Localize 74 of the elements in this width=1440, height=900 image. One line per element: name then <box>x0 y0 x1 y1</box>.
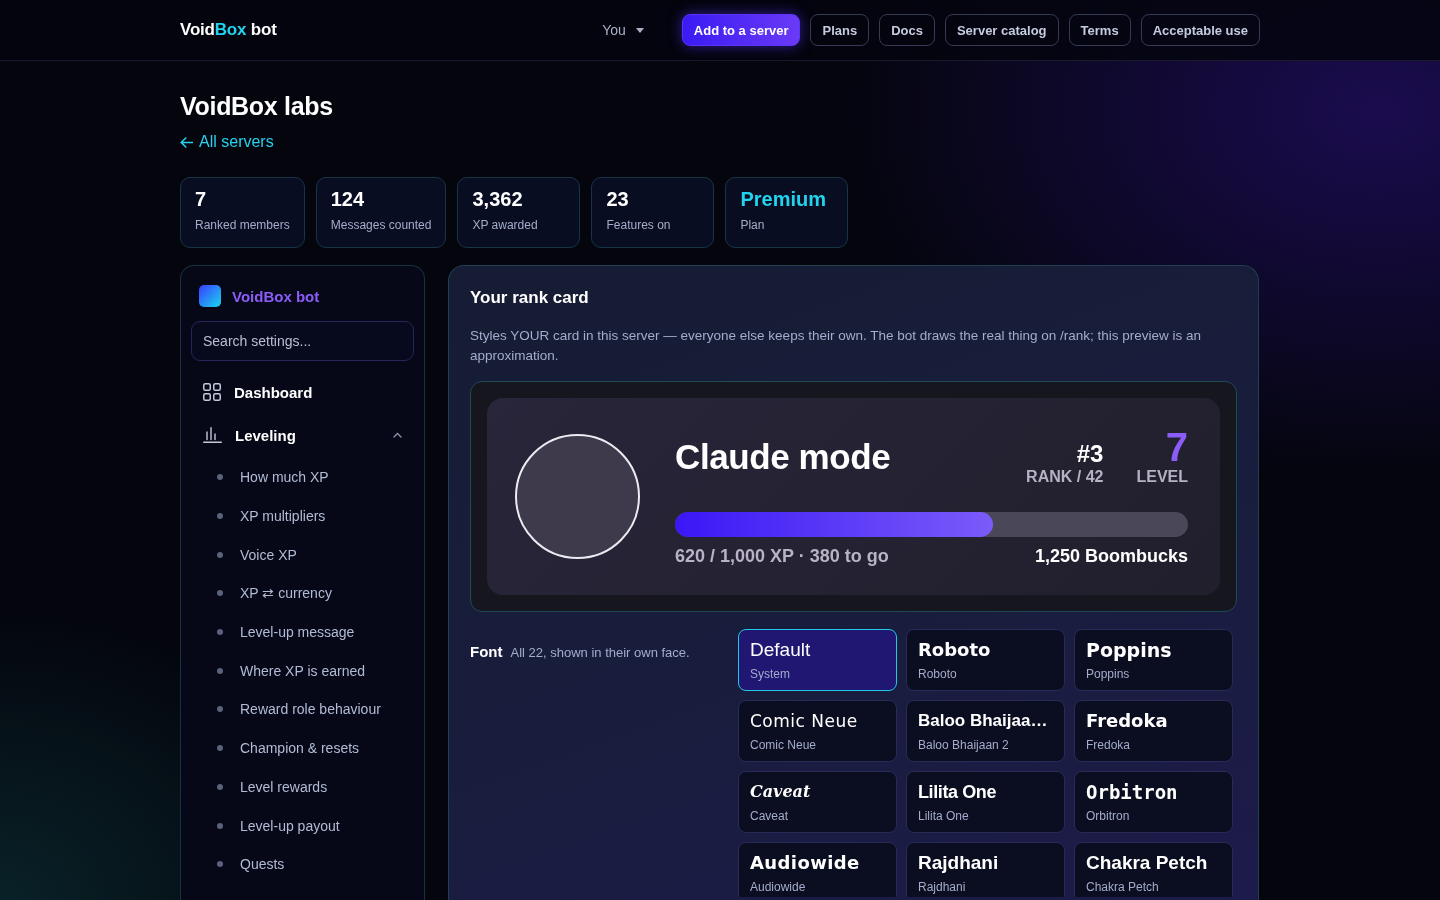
nav-button[interactable]: Plans <box>810 14 870 46</box>
nav-subitem[interactable]: Level rewards <box>191 767 414 807</box>
stat-value: 3,362 <box>472 187 524 211</box>
nav-subitem[interactable]: Reward role behaviour <box>191 690 414 729</box>
font-option[interactable]: Lilita One Lilita One <box>906 771 1065 833</box>
font-option[interactable]: Chakra Petch Chakra Petch <box>1074 842 1233 897</box>
dot-icon <box>217 590 223 597</box>
nav-button[interactable]: Acceptable use <box>1140 14 1260 46</box>
dot-icon <box>217 667 223 674</box>
field-label: Font <box>470 643 503 660</box>
nav-subitem[interactable]: Champion & resets <box>191 728 414 768</box>
nav-subitem[interactable]: Level-up message <box>191 612 414 652</box>
brand-logo[interactable]: VoidBox bot <box>180 20 277 40</box>
level-label: LEVEL <box>1136 466 1188 487</box>
stat-value: 23 <box>606 187 630 211</box>
font-option[interactable]: Roboto Roboto <box>906 629 1065 691</box>
section-description: Styles YOUR card in this server — everyone else keeps their own. The bot draws the real thing on /rank; this preview is an approximation. <box>470 327 1203 365</box>
nav-group-toggle[interactable]: Leveling <box>191 415 414 455</box>
dot-icon <box>217 861 223 868</box>
search-field[interactable]: Search settings... <box>191 321 414 361</box>
stat-label: Ranked members <box>195 217 290 233</box>
section-title: Your rank card <box>470 287 589 309</box>
dot-icon <box>217 474 223 481</box>
stat-label: Features on <box>606 217 672 233</box>
level-number: 7 <box>1165 426 1188 467</box>
add-server-button[interactable]: Add to a server <box>681 14 801 46</box>
sidebar-title: VoidBox bot <box>232 287 320 305</box>
font-option[interactable]: Audiowide Audiowide <box>738 842 897 897</box>
xp-text: 620 / 1,000 XP · 380 to go <box>675 544 889 567</box>
nav-subitem[interactable]: Where XP is earned <box>191 651 414 691</box>
font-option[interactable]: Rajdhani Rajdhani <box>906 842 1065 897</box>
dot-icon <box>217 629 223 636</box>
nav-subitem[interactable]: Voice XP <box>191 535 414 575</box>
dot-icon <box>217 706 223 713</box>
grid-icon <box>203 383 221 401</box>
nav-subitem[interactable]: How much XP <box>191 458 414 497</box>
caret-down-icon <box>635 27 644 33</box>
dot-icon <box>217 783 223 790</box>
currency-text: 1,250 Boombucks <box>1034 544 1188 567</box>
font-option[interactable]: Baloo Bhaijaa… Baloo Bhaijaan 2 <box>906 700 1065 762</box>
nav-subitem[interactable]: XP multipliers <box>191 496 414 536</box>
username-text: Claude mode <box>675 436 891 477</box>
font-option[interactable]: Default System <box>738 629 897 691</box>
stat-label: XP awarded <box>472 217 539 233</box>
nav-subitem[interactable]: Level-up payout <box>191 806 414 845</box>
nav-button[interactable]: Docs <box>879 14 935 46</box>
stat-value: Premium <box>740 187 828 211</box>
nav-subitem[interactable]: XP ⇄ currency <box>191 574 414 613</box>
dot-icon <box>217 551 223 558</box>
font-option[interactable]: Fredoka Fredoka <box>1074 700 1233 762</box>
nav-button[interactable]: Terms <box>1068 14 1131 46</box>
field-hint: All 22, shown in their own face. <box>510 645 690 660</box>
stat-label: Plan <box>740 217 766 233</box>
nav-button[interactable]: Server catalog <box>944 14 1059 46</box>
stat-value: 7 <box>195 187 208 211</box>
stat-label: Messages counted <box>330 217 432 233</box>
dot-icon <box>217 745 223 752</box>
logo-icon <box>199 285 221 307</box>
rank-number: #3 <box>1076 440 1104 467</box>
user-menu-button[interactable]: You <box>602 22 644 38</box>
nav-item[interactable]: Dashboard <box>191 372 414 412</box>
dot-icon <box>217 822 223 829</box>
dot-icon <box>217 513 223 520</box>
font-option[interactable]: Poppins Poppins <box>1074 629 1233 691</box>
arrow-left-icon <box>180 136 193 148</box>
stat-value: 124 <box>330 187 366 211</box>
font-option[interactable]: Comic Neue Comic Neue <box>738 700 897 762</box>
font-option[interactable]: Caveat Caveat <box>738 771 897 833</box>
page-title: VoidBox labs <box>180 91 333 121</box>
bar-chart-icon <box>203 427 222 443</box>
rank-label: RANK / 42 <box>1026 466 1104 487</box>
font-option[interactable]: Orbitron Orbitron <box>1074 771 1233 833</box>
back-link[interactable]: All servers <box>180 132 274 152</box>
nav-subitem[interactable]: Quests <box>191 844 414 884</box>
